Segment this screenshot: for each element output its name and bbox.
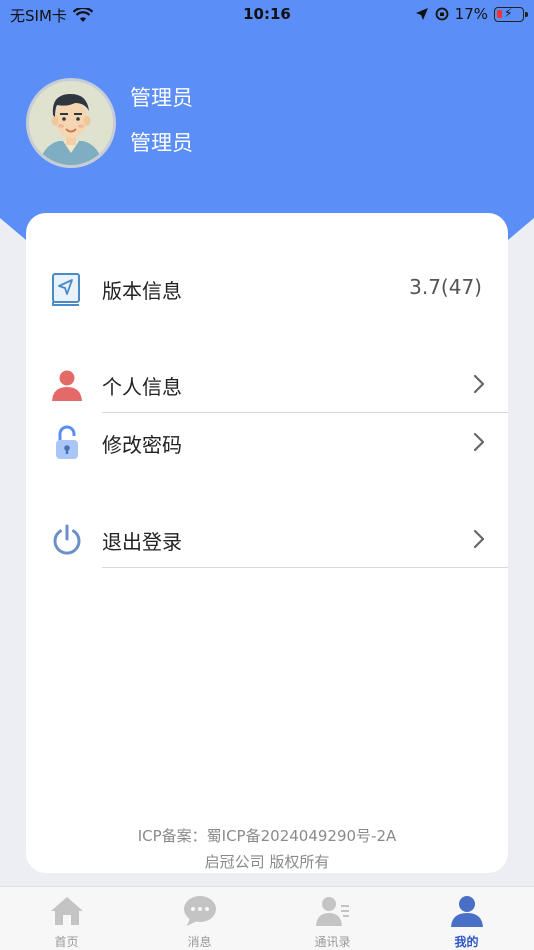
version-number: 3.7(47) — [409, 275, 482, 299]
power-icon — [53, 524, 81, 555]
version-info-row: 版本信息 3.7(47) — [26, 261, 508, 317]
person-icon — [52, 370, 82, 401]
orientation-lock-icon — [435, 7, 449, 21]
bottom-tab-bar: 首页 消息 通讯录 我的 — [0, 886, 534, 950]
tab-profile[interactable]: 我的 — [400, 887, 533, 950]
user-role: 管理员 — [130, 131, 193, 155]
change-password-row[interactable]: 修改密码 — [26, 415, 508, 471]
user-name: 管理员 — [130, 86, 193, 110]
personal-info-label: 个人信息 — [102, 375, 182, 399]
status-bar: 无SIM卡 10:16 17% ⚡ — [0, 0, 534, 28]
tab-messages-label: 消息 — [187, 935, 212, 949]
chevron-right-icon — [473, 529, 485, 549]
profile-icon — [450, 896, 483, 927]
battery-percent: 17% — [454, 5, 488, 23]
change-password-label: 修改密码 — [102, 433, 182, 457]
tab-home[interactable]: 首页 — [0, 887, 133, 950]
settings-card: 版本信息 3.7(47) 个人信息 修改密码 退出登录 ICP备案：蜀ICP备2… — [26, 213, 508, 873]
location-arrow-icon — [415, 8, 428, 20]
tab-messages[interactable]: 消息 — [133, 887, 266, 950]
unlock-icon — [56, 425, 78, 459]
divider — [102, 567, 508, 568]
home-icon — [50, 897, 83, 925]
tab-contacts-label: 通讯录 — [314, 935, 351, 949]
personal-info-row[interactable]: 个人信息 — [26, 357, 508, 413]
tab-home-label: 首页 — [54, 935, 79, 949]
logout-row[interactable]: 退出登录 — [26, 512, 508, 568]
version-info-label: 版本信息 — [102, 279, 182, 303]
divider — [102, 412, 508, 413]
tab-contacts[interactable]: 通讯录 — [266, 887, 399, 950]
logout-label: 退出登录 — [102, 530, 182, 554]
copyright-text: 启冠公司 版权所有 — [204, 853, 330, 871]
tab-profile-label: 我的 — [454, 935, 479, 949]
chevron-right-icon — [473, 432, 485, 452]
avatar-illustration-icon — [29, 81, 113, 165]
icp-record: ICP备案：蜀ICP备2024049290号-2A — [137, 827, 397, 845]
contacts-icon — [315, 897, 349, 926]
avatar[interactable] — [26, 78, 116, 168]
battery-icon: ⚡ — [494, 6, 528, 22]
version-book-icon — [52, 273, 80, 306]
message-icon — [183, 896, 216, 926]
chevron-right-icon — [473, 374, 485, 394]
